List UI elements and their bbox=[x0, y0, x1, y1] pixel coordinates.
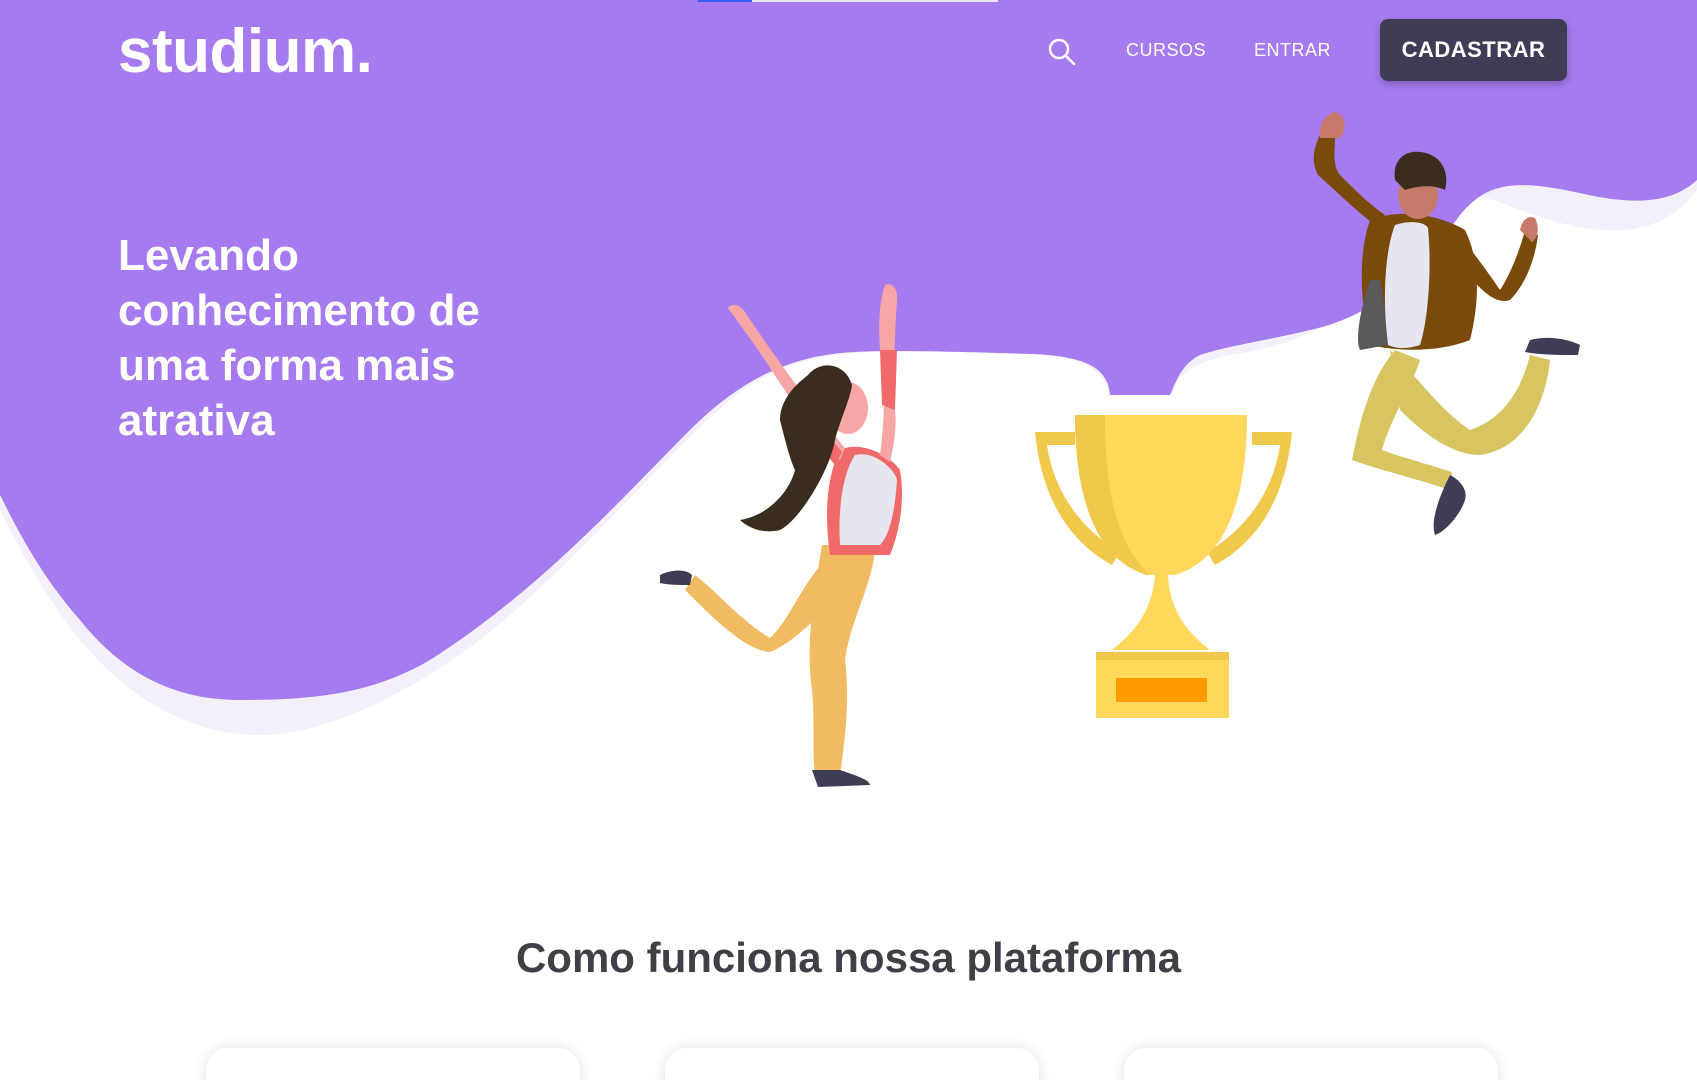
hero-illustration bbox=[660, 112, 1580, 787]
woman-illustration bbox=[660, 284, 902, 787]
feature-card bbox=[665, 1048, 1039, 1080]
man-illustration bbox=[1313, 112, 1580, 535]
features-section-title: Como funciona nossa plataforma bbox=[515, 934, 1182, 981]
trophy-icon bbox=[1035, 415, 1292, 718]
feature-card bbox=[1124, 1048, 1498, 1080]
landing-page: studium. CURSOS ENTRAR CADASTRAR Levando… bbox=[0, 0, 1697, 1080]
feature-card bbox=[206, 1048, 580, 1080]
